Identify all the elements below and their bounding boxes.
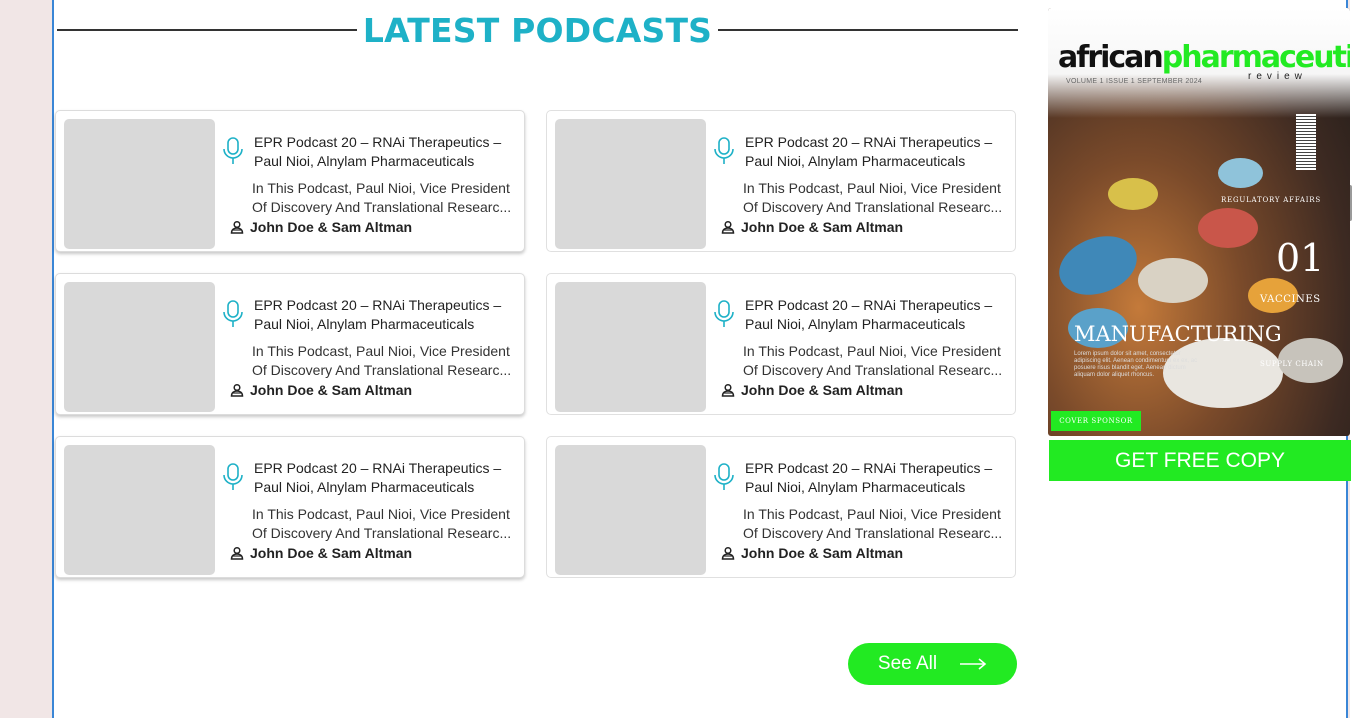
cover-sponsor-badge: COVER SPONSOR (1051, 411, 1141, 431)
podcast-authors: John Doe & Sam Altman (721, 382, 903, 398)
description-line-1: In This Podcast, Paul Nioi, Vice Preside… (743, 506, 1001, 522)
microphone-icon (223, 463, 243, 490)
podcast-title[interactable]: EPR Podcast 20 – RNAi Therapeutics – Pau… (254, 459, 516, 497)
pill-shape (1051, 225, 1145, 306)
podcast-title[interactable]: EPR Podcast 20 – RNAi Therapeutics – Pau… (254, 133, 516, 171)
cover-regulatory: REGULATORY AFFAIRS (1221, 196, 1321, 204)
header-rule-left (57, 29, 357, 31)
users-icon (230, 383, 244, 397)
podcast-description: In This Podcast, Paul Nioi, Vice Preside… (252, 342, 518, 380)
podcast-thumbnail[interactable] (555, 445, 706, 575)
podcast-thumbnail[interactable] (64, 445, 215, 575)
cover-lorem: Lorem ipsum dolor sit amet, consectetur … (1074, 351, 1198, 378)
magazine-subtitle: review (1248, 71, 1307, 82)
microphone-icon (714, 463, 734, 490)
podcast-card[interactable]: EPR Podcast 20 – RNAi Therapeutics – Pau… (546, 436, 1016, 578)
magazine-cover[interactable]: africanpharmaceutical review VOLUME 1 IS… (1048, 8, 1350, 436)
magazine-volume: VOLUME 1 ISSUE 1 SEPTEMBER 2024 (1066, 78, 1203, 85)
pill-shape (1218, 158, 1263, 188)
get-free-copy-button[interactable]: GET FREE COPY (1049, 440, 1351, 481)
podcast-authors: John Doe & Sam Altman (230, 545, 412, 561)
podcast-card[interactable]: EPR Podcast 20 – RNAi Therapeutics – Pau… (55, 436, 525, 578)
users-icon (230, 546, 244, 560)
pill-shape (1198, 208, 1258, 248)
podcast-card[interactable]: EPR Podcast 20 – RNAi Therapeutics – Pau… (55, 273, 525, 415)
pill-shape (1138, 258, 1208, 303)
podcast-title[interactable]: EPR Podcast 20 – RNAi Therapeutics – Pau… (254, 296, 516, 334)
description-line-1: In This Podcast, Paul Nioi, Vice Preside… (252, 180, 510, 196)
authors-text: John Doe & Sam Altman (250, 382, 413, 398)
cover-vaccines: VACCINES (1260, 294, 1321, 305)
see-all-button[interactable]: See All (848, 643, 1017, 685)
podcast-title[interactable]: EPR Podcast 20 – RNAi Therapeutics – Pau… (745, 459, 1007, 497)
microphone-icon (714, 137, 734, 164)
barcode-icon (1296, 114, 1316, 170)
cover-issue-number: 01 (1276, 236, 1325, 280)
description-line-2: Of Discovery And Translational Researc..… (252, 525, 512, 541)
podcast-title[interactable]: EPR Podcast 20 – RNAi Therapeutics – Pau… (745, 133, 1007, 171)
arrow-right-icon (960, 658, 987, 670)
podcast-card[interactable]: EPR Podcast 20 – RNAi Therapeutics – Pau… (55, 110, 525, 252)
authors-text: John Doe & Sam Altman (250, 219, 413, 235)
description-line-2: Of Discovery And Translational Researc..… (252, 199, 512, 215)
users-icon (721, 546, 735, 560)
section-header: LATEST PODCASTS (57, 8, 1019, 52)
podcast-authors: John Doe & Sam Altman (721, 545, 903, 561)
description-line-1: In This Podcast, Paul Nioi, Vice Preside… (252, 343, 510, 359)
podcast-title[interactable]: EPR Podcast 20 – RNAi Therapeutics – Pau… (745, 296, 1007, 334)
description-line-1: In This Podcast, Paul Nioi, Vice Preside… (743, 343, 1001, 359)
see-all-label: See All (877, 653, 938, 674)
description-line-1: In This Podcast, Paul Nioi, Vice Preside… (252, 506, 510, 522)
users-icon (721, 220, 735, 234)
podcast-description: In This Podcast, Paul Nioi, Vice Preside… (252, 505, 518, 543)
podcast-description: In This Podcast, Paul Nioi, Vice Preside… (743, 342, 1009, 380)
microphone-icon (714, 300, 734, 327)
description-line-2: Of Discovery And Translational Researc..… (743, 199, 1003, 215)
podcast-thumbnail[interactable] (555, 282, 706, 412)
podcast-card[interactable]: EPR Podcast 20 – RNAi Therapeutics – Pau… (546, 273, 1016, 415)
authors-text: John Doe & Sam Altman (741, 545, 904, 561)
description-line-2: Of Discovery And Translational Researc..… (743, 525, 1003, 541)
microphone-icon (223, 300, 243, 327)
section-title: LATEST PODCASTS (362, 10, 713, 50)
podcast-thumbnail[interactable] (64, 282, 215, 412)
podcast-authors: John Doe & Sam Altman (230, 219, 412, 235)
description-line-2: Of Discovery And Translational Researc..… (252, 362, 512, 378)
podcast-description: In This Podcast, Paul Nioi, Vice Preside… (743, 505, 1009, 543)
microphone-icon (223, 137, 243, 164)
users-icon (721, 383, 735, 397)
podcast-authors: John Doe & Sam Altman (230, 382, 412, 398)
pill-shape (1108, 178, 1158, 210)
podcast-authors: John Doe & Sam Altman (721, 219, 903, 235)
description-line-1: In This Podcast, Paul Nioi, Vice Preside… (743, 180, 1001, 196)
users-icon (230, 220, 244, 234)
cover-supply-chain: SUPPLY CHAIN (1260, 360, 1324, 368)
magazine-logo: africanpharmaceutical (1058, 40, 1350, 75)
header-rule-right (718, 29, 1019, 31)
right-gutter (1350, 0, 1357, 718)
podcast-thumbnail[interactable] (555, 119, 706, 249)
authors-text: John Doe & Sam Altman (741, 382, 904, 398)
authors-text: John Doe & Sam Altman (250, 545, 413, 561)
authors-text: John Doe & Sam Altman (741, 219, 904, 235)
cover-manufacturing: MANUFACTURING (1074, 322, 1282, 346)
podcast-thumbnail[interactable] (64, 119, 215, 249)
description-line-2: Of Discovery And Translational Researc..… (743, 362, 1003, 378)
podcast-card[interactable]: EPR Podcast 20 – RNAi Therapeutics – Pau… (546, 110, 1016, 252)
podcast-description: In This Podcast, Paul Nioi, Vice Preside… (252, 179, 518, 217)
podcast-description: In This Podcast, Paul Nioi, Vice Preside… (743, 179, 1009, 217)
